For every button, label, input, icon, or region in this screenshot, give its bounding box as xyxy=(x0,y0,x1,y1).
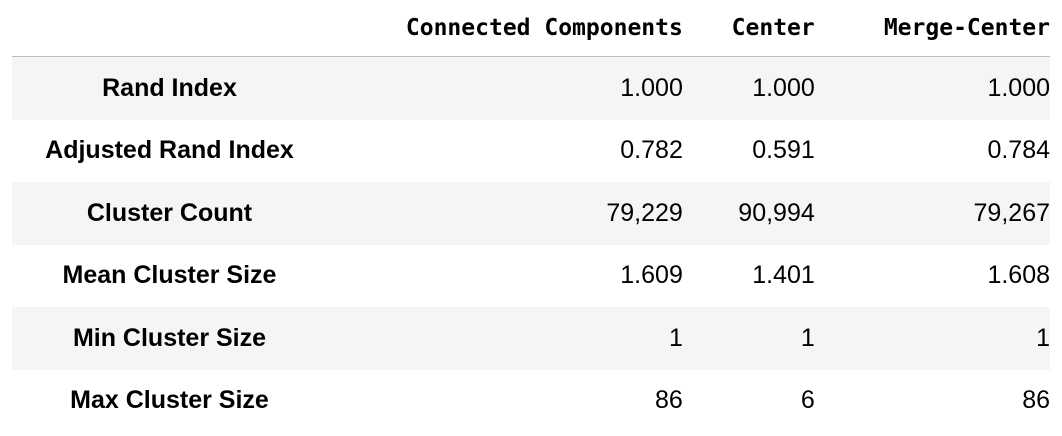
table-cell: 1.401 xyxy=(752,261,815,290)
row-label: Adjusted Rand Index xyxy=(45,136,294,165)
row-label: Min Cluster Size xyxy=(72,323,267,352)
table-row: Cluster Count 79,229 90,994 79,267 xyxy=(12,182,1050,245)
column-header-connected-components: Connected Components xyxy=(326,0,683,57)
table-cell: 1 xyxy=(800,323,815,352)
column-header-merge-center: Merge-Center xyxy=(814,0,1050,57)
table-cell: 1.000 xyxy=(752,73,815,102)
table-cell: 1.000 xyxy=(620,73,683,102)
row-label: Mean Cluster Size xyxy=(62,261,277,290)
row-label: Max Cluster Size xyxy=(70,386,269,415)
table-cell: 1.000 xyxy=(987,73,1050,102)
table-cell: 86 xyxy=(655,386,683,415)
table-header-row: Connected Components Center Merge-Center xyxy=(12,0,1050,57)
table-row: Mean Cluster Size 1.609 1.401 1.608 xyxy=(12,244,1050,307)
table-cell: 1 xyxy=(1036,323,1050,352)
results-table: Connected Components Center Merge-Center… xyxy=(12,0,1050,432)
table-cell: 1.609 xyxy=(620,261,683,290)
header-corner xyxy=(12,0,327,57)
table-row: Adjusted Rand Index 0.782 0.591 0.784 xyxy=(12,119,1050,182)
table-cell: 1 xyxy=(668,323,683,352)
table-cell: 0.784 xyxy=(987,136,1050,165)
column-header-center: Center xyxy=(682,0,815,57)
table-cell: 86 xyxy=(1022,386,1050,415)
row-label: Rand Index xyxy=(102,73,237,102)
table-cell: 0.782 xyxy=(620,136,683,165)
table-cell: 79,229 xyxy=(606,198,683,227)
table-row: Max Cluster Size 86 6 86 xyxy=(12,369,1050,432)
table-cell: 1.608 xyxy=(987,261,1050,290)
table-row: Min Cluster Size 1 1 1 xyxy=(12,307,1050,370)
table-cell: 0.591 xyxy=(752,136,815,165)
row-label: Cluster Count xyxy=(86,198,253,227)
table-cell: 90,994 xyxy=(738,198,815,227)
table-cell: 6 xyxy=(800,386,815,415)
table-row: Rand Index 1.000 1.000 1.000 xyxy=(12,56,1050,120)
table-cell: 79,267 xyxy=(973,198,1050,227)
